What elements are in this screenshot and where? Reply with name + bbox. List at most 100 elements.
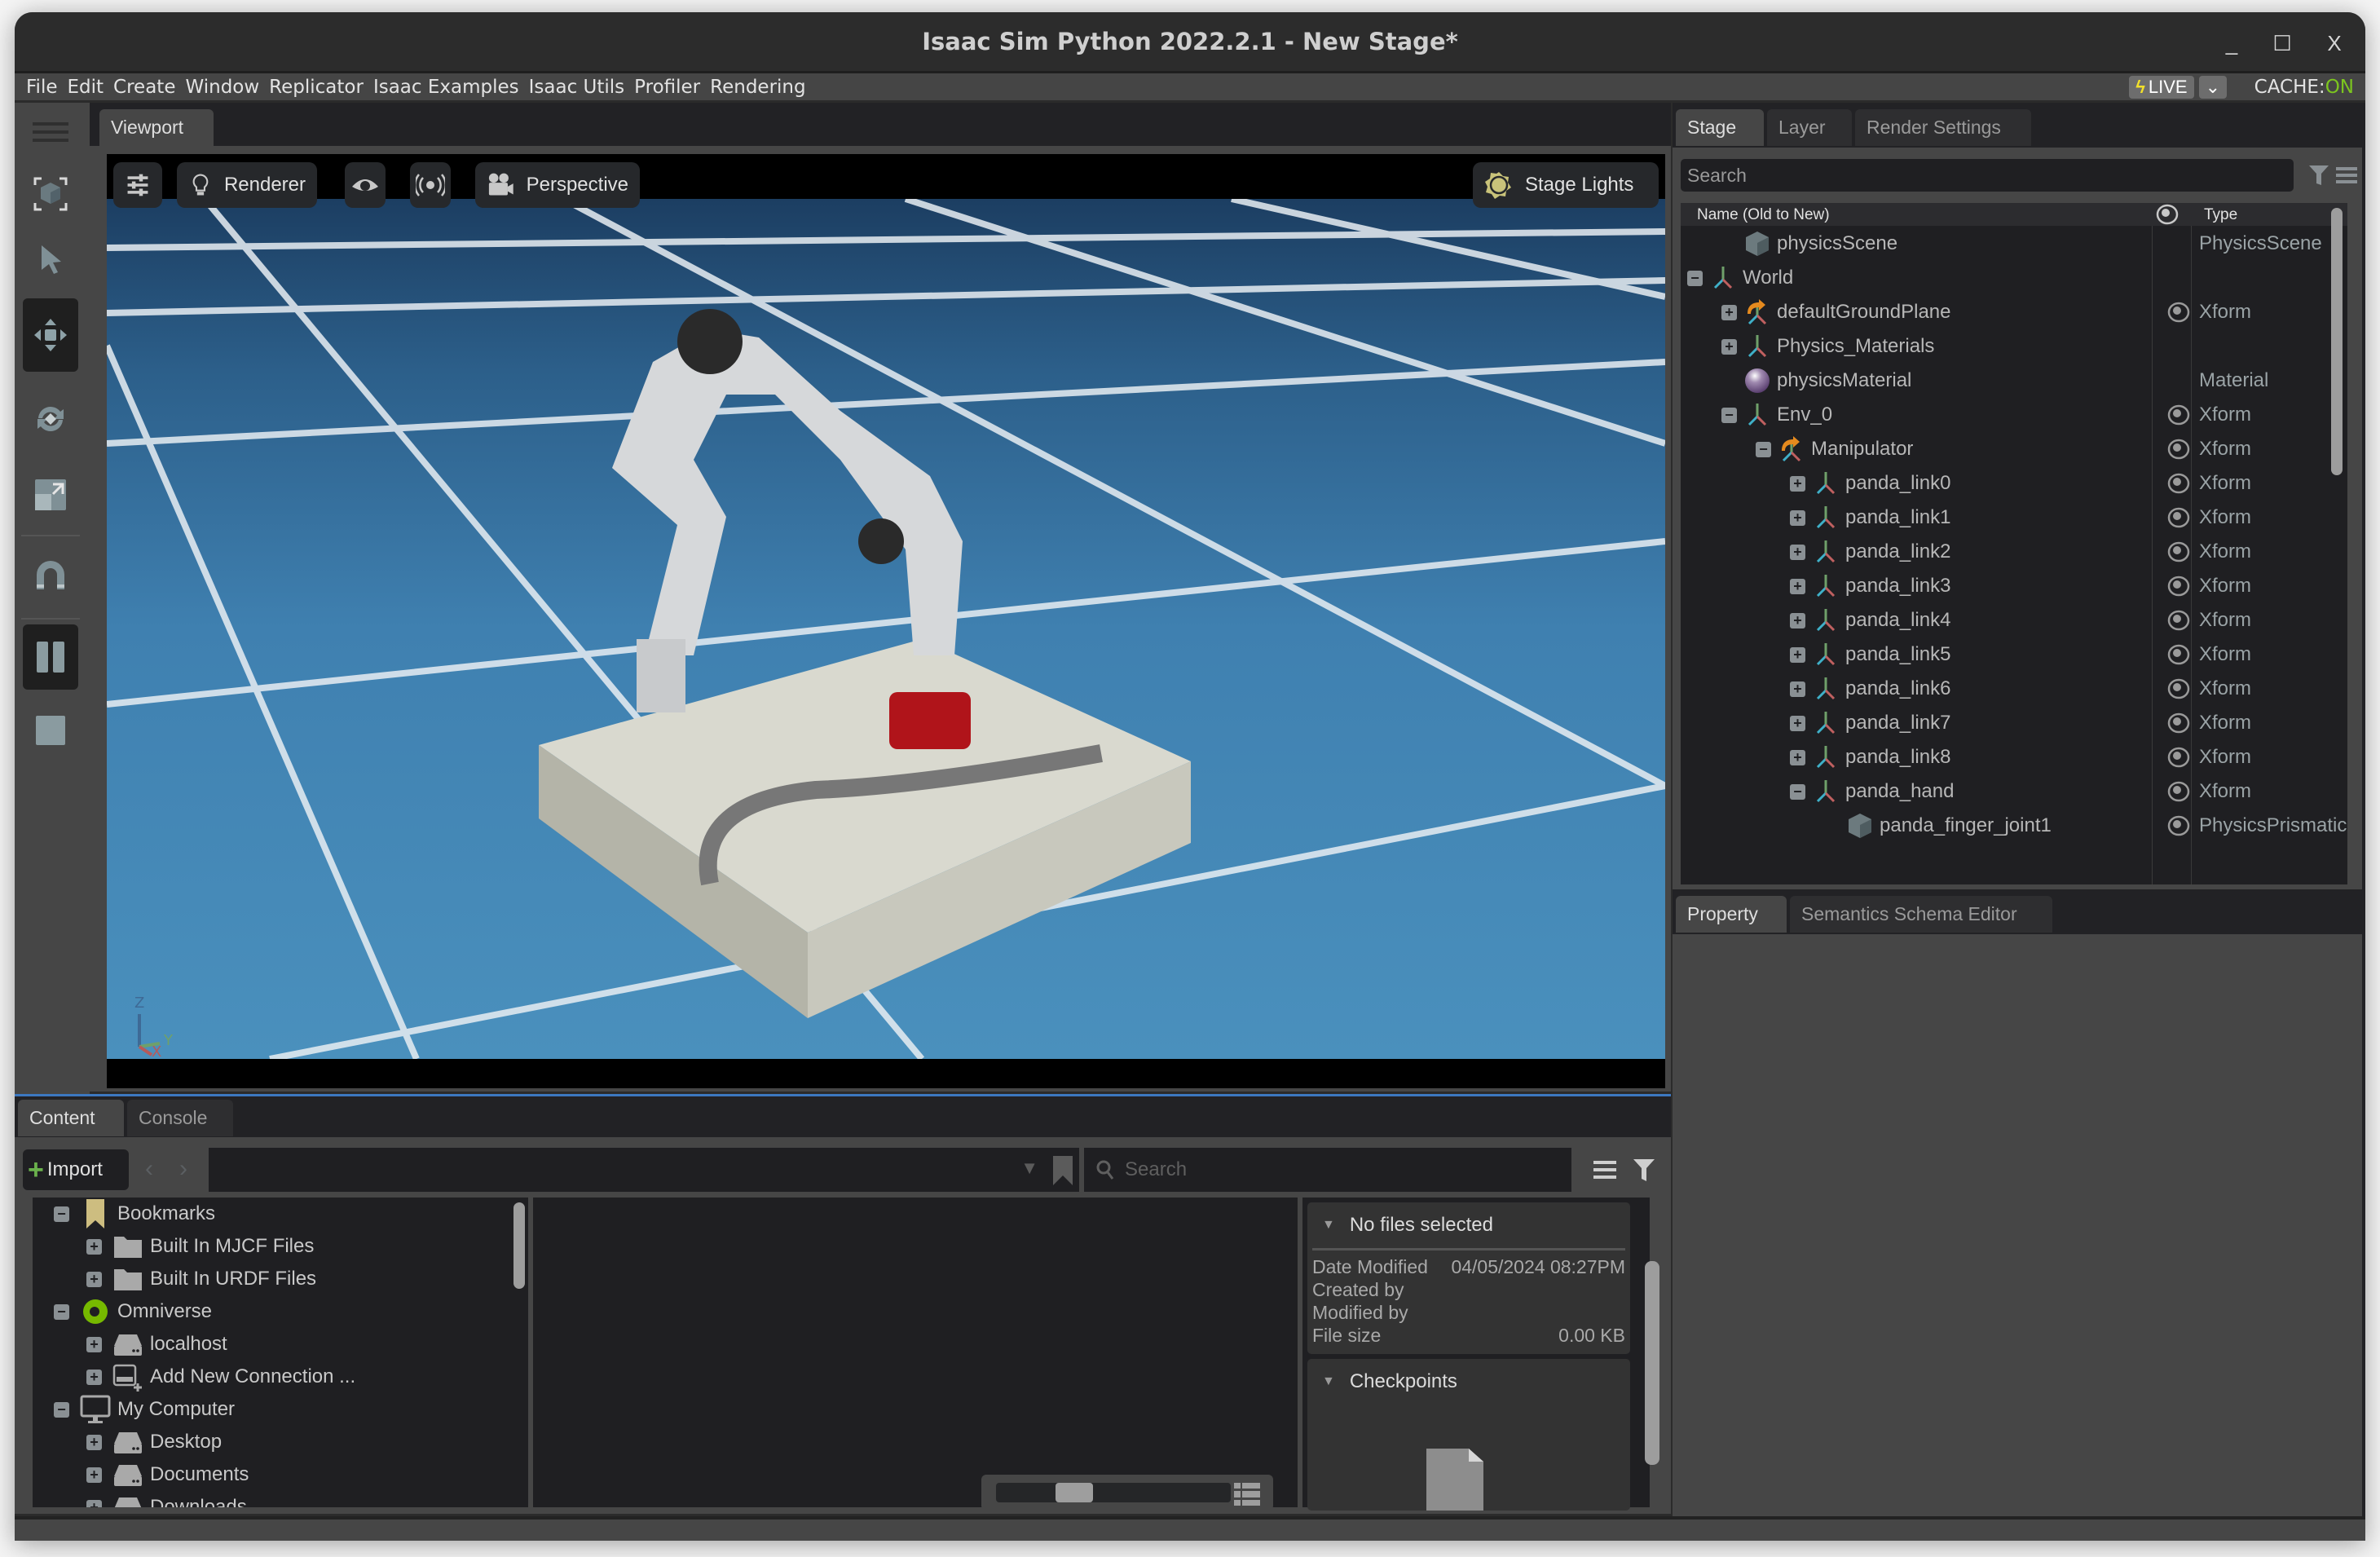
expand-icon[interactable]: +: [1790, 681, 1805, 697]
stage-options-button[interactable]: [2331, 159, 2362, 192]
path-input[interactable]: ▼: [209, 1148, 1079, 1192]
tab-semantics-schema-editor[interactable]: Semantics Schema Editor: [1790, 896, 2052, 933]
content-options-button[interactable]: [1589, 1153, 1620, 1186]
eye-icon[interactable]: [2166, 814, 2191, 838]
scene-render[interactable]: Z Y X: [107, 196, 1665, 1062]
back-button[interactable]: ‹: [145, 1155, 153, 1183]
stage-tree-row[interactable]: + panda_link6 Xform: [1681, 673, 2321, 705]
checkpoints-header[interactable]: ▼ Checkpoints: [1307, 1359, 1630, 1405]
stage-tree-row[interactable]: + panda_link0 Xform: [1681, 467, 2321, 500]
pause-button[interactable]: [23, 624, 78, 690]
camera-button[interactable]: Perspective: [475, 162, 640, 208]
column-visibility-header[interactable]: [2155, 203, 2179, 231]
stage-tree-row[interactable]: − World: [1681, 262, 2321, 294]
menu-isaac-utils[interactable]: Isaac Utils: [529, 77, 625, 98]
collapse-icon[interactable]: −: [54, 1401, 69, 1418]
stage-tree-row[interactable]: + panda_link4 Xform: [1681, 604, 2321, 637]
menu-replicator[interactable]: Replicator: [269, 77, 364, 98]
menu-rendering[interactable]: Rendering: [710, 77, 805, 98]
menu-edit[interactable]: Edit: [68, 77, 104, 98]
frame-selection-button[interactable]: [23, 171, 78, 217]
content-tree-row[interactable]: − Omniverse: [33, 1295, 505, 1328]
eye-icon[interactable]: [2166, 779, 2191, 804]
slider-thumb[interactable]: [1056, 1483, 1093, 1502]
content-tree-row[interactable]: − Bookmarks: [33, 1198, 505, 1230]
content-tree-scrollbar[interactable]: [513, 1202, 525, 1289]
tab-property[interactable]: Property: [1676, 896, 1787, 933]
stage-tree-row[interactable]: + panda_link2 Xform: [1681, 536, 2321, 568]
stage-tree-row[interactable]: + panda_link1 Xform: [1681, 501, 2321, 534]
content-tree-row[interactable]: + Built In MJCF Files: [33, 1230, 505, 1263]
tab-layer[interactable]: Layer: [1767, 109, 1852, 146]
eye-icon[interactable]: [2166, 711, 2191, 735]
expand-icon[interactable]: +: [86, 1238, 102, 1255]
eye-icon[interactable]: [2166, 642, 2191, 667]
stage-tree-row[interactable]: + panda_link8 Xform: [1681, 741, 2321, 774]
eye-icon[interactable]: [2166, 574, 2191, 598]
collapse-icon[interactable]: −: [1756, 441, 1771, 457]
eye-icon[interactable]: [2166, 505, 2191, 530]
stage-tree-row[interactable]: panda_finger_joint1 PhysicsPrismatic: [1681, 809, 2347, 842]
move-tool-button[interactable]: [23, 298, 78, 372]
stage-tree-row[interactable]: + panda_link5 Xform: [1681, 638, 2321, 671]
collapse-icon[interactable]: −: [54, 1303, 69, 1320]
visibility-button[interactable]: [345, 162, 386, 208]
column-name-header[interactable]: Name (Old to New): [1697, 206, 1830, 224]
drag-handle-icon[interactable]: [33, 122, 68, 147]
close-button[interactable]: X: [2318, 27, 2351, 60]
rotate-tool-button[interactable]: [23, 386, 78, 452]
menu-window[interactable]: Window: [185, 77, 259, 98]
scale-tool-button[interactable]: [23, 466, 78, 523]
expand-icon[interactable]: +: [86, 1369, 102, 1385]
expand-icon[interactable]: +: [1721, 304, 1737, 320]
live-button[interactable]: ϟ LIVE: [2129, 76, 2194, 99]
stage-tree-row[interactable]: + panda_link3 Xform: [1681, 570, 2321, 602]
viewport-canvas[interactable]: Z Y X Renderer Perspective Stage Lights: [107, 154, 1665, 1088]
stage-tree-row[interactable]: + defaultGroundPlane Xform: [1681, 296, 2321, 329]
tab-console[interactable]: Console: [127, 1100, 233, 1136]
expand-icon[interactable]: +: [86, 1499, 102, 1507]
collapse-icon[interactable]: −: [1721, 407, 1737, 423]
content-search-input[interactable]: Search: [1084, 1148, 1571, 1192]
stage-tree-row[interactable]: + Physics_Materials: [1681, 330, 2321, 363]
sensors-button[interactable]: [410, 162, 451, 208]
content-tree-row[interactable]: + Documents: [33, 1458, 505, 1491]
eye-icon[interactable]: [2166, 300, 2191, 324]
expand-icon[interactable]: +: [1790, 544, 1805, 560]
file-info-header[interactable]: ▼ No files selected: [1307, 1202, 1630, 1248]
expand-icon[interactable]: +: [1790, 612, 1805, 629]
stage-tree-row[interactable]: − Env_0 Xform: [1681, 399, 2321, 431]
stage-scrollbar[interactable]: [2331, 208, 2343, 475]
viewport-settings-button[interactable]: [113, 162, 162, 208]
content-tree-row[interactable]: + localhost: [33, 1328, 505, 1361]
content-tree-row[interactable]: + Desktop: [33, 1426, 505, 1458]
path-dropdown-icon[interactable]: ▼: [1020, 1158, 1038, 1179]
content-tree-row[interactable]: + Built In URDF Files: [33, 1263, 505, 1295]
expand-icon[interactable]: +: [1790, 509, 1805, 526]
list-view-icon[interactable]: [1234, 1483, 1260, 1506]
stage-tree-row[interactable]: − panda_hand Xform: [1681, 775, 2321, 808]
menu-file[interactable]: File: [26, 77, 58, 98]
expand-icon[interactable]: +: [1790, 749, 1805, 765]
expand-icon[interactable]: +: [1721, 338, 1737, 355]
stage-tree-row[interactable]: + panda_link7 Xform: [1681, 707, 2321, 739]
minimize-button[interactable]: _: [2215, 27, 2248, 60]
file-grid[interactable]: [533, 1198, 1298, 1507]
bookmark-icon[interactable]: [1053, 1156, 1073, 1185]
renderer-button[interactable]: Renderer: [177, 162, 317, 208]
content-tree-row[interactable]: + Downloads: [33, 1491, 505, 1507]
expand-icon[interactable]: +: [86, 1271, 102, 1287]
eye-icon[interactable]: [2166, 677, 2191, 701]
details-scrollbar[interactable]: [1645, 1261, 1659, 1465]
stage-lights-button[interactable]: Stage Lights: [1473, 162, 1659, 208]
eye-icon[interactable]: [2166, 471, 2191, 496]
expand-icon[interactable]: +: [86, 1434, 102, 1450]
eye-icon[interactable]: [2166, 403, 2191, 427]
snap-button[interactable]: [23, 543, 78, 608]
expand-icon[interactable]: +: [1790, 646, 1805, 663]
tab-content[interactable]: Content: [18, 1100, 124, 1136]
eye-icon[interactable]: [2166, 608, 2191, 633]
stage-filter-button[interactable]: [2303, 159, 2334, 192]
menu-profiler[interactable]: Profiler: [634, 77, 700, 98]
stage-search-input[interactable]: Search: [1681, 159, 2294, 192]
